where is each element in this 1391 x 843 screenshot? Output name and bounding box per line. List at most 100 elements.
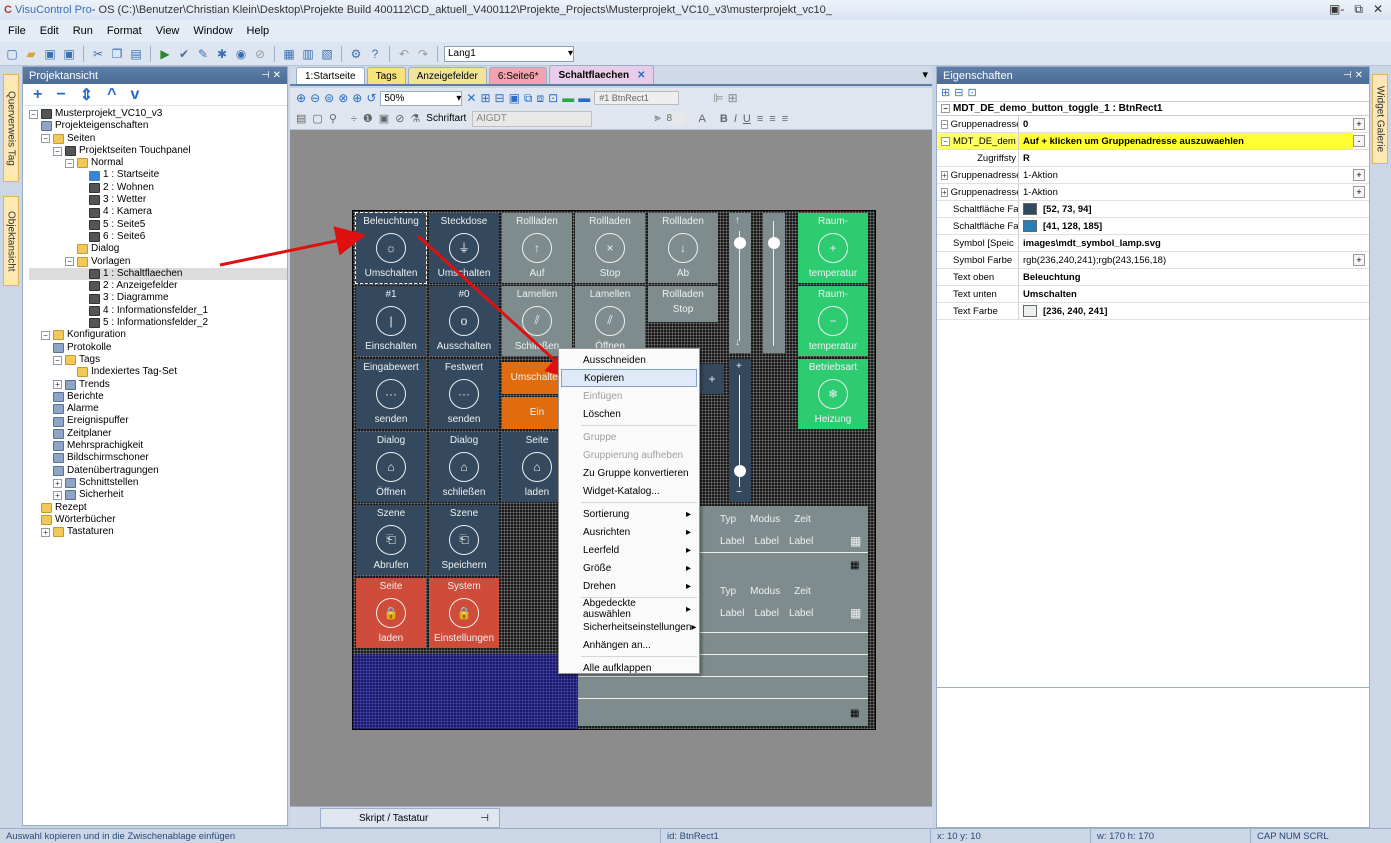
minimize-icon[interactable]: ⧉ — [1354, 2, 1363, 17]
context-menu-item[interactable]: Alle aufklappen — [561, 659, 697, 677]
widget-button[interactable]: Lamellen ⫽ Schließen — [502, 286, 572, 356]
context-menu-item[interactable]: Löschen — [561, 405, 697, 423]
tree-item[interactable]: Projekteigenschaften — [29, 120, 287, 132]
expand-button[interactable]: + — [1353, 254, 1365, 266]
tree-item[interactable]: 3 : Wetter — [29, 194, 287, 206]
collapse-icon[interactable]: − — [29, 109, 38, 119]
lamellen-slider[interactable] — [763, 213, 785, 353]
bring-front-icon[interactable]: ▢ — [312, 112, 322, 125]
tree-item[interactable]: + Tastaturen — [29, 526, 287, 538]
debug-icon[interactable]: ✱ — [214, 46, 230, 62]
zoom-in-icon[interactable]: ⊕ — [296, 91, 306, 105]
objektansicht-tab[interactable]: Objektansicht — [3, 196, 19, 286]
text-color-icon[interactable]: A — [699, 113, 706, 125]
slider-knob[interactable] — [734, 465, 746, 477]
collapse-icon[interactable]: − — [41, 330, 50, 340]
script-keyboard-tab[interactable]: Skript / Tastatur ⊣ — [320, 808, 500, 828]
widget-button[interactable]: #0 o Ausschalten — [429, 286, 499, 356]
tree-item[interactable]: 4 : Informationsfelder_1 — [29, 305, 287, 317]
tree-item[interactable]: 6 : Seite6 — [29, 231, 287, 243]
tree-item[interactable]: 1 : Startseite — [29, 169, 287, 181]
collapse-icon[interactable]: − — [65, 257, 74, 267]
property-pages-icon[interactable]: ⊡ — [967, 86, 976, 99]
zoom-reset-icon[interactable]: ↺ — [366, 91, 376, 105]
slider-knob[interactable] — [734, 237, 746, 249]
context-menu-item[interactable]: Sicherheitseinstellungen ▸ — [561, 618, 697, 636]
slider-knob[interactable] — [768, 237, 780, 249]
tools-icon[interactable]: ✎ — [195, 46, 211, 62]
layout-icon[interactable]: ▤ — [296, 112, 306, 125]
collapse-icon[interactable]: − — [53, 355, 62, 365]
align-right-icon[interactable]: ≡ — [782, 113, 788, 125]
zoom-out-icon[interactable]: ⊖ — [310, 91, 320, 105]
distribute-icon[interactable]: ⊟ — [495, 91, 505, 105]
move-up-icon[interactable]: ^ — [107, 86, 116, 104]
expand-icon[interactable]: + — [941, 170, 948, 180]
widget-button[interactable]: Festwert ··· senden — [429, 359, 499, 429]
menu-window[interactable]: Window — [191, 23, 234, 39]
property-row[interactable]: Text oben Beleuchtung — [937, 269, 1369, 286]
collapse-icon[interactable]: − — [941, 104, 950, 113]
undo-icon[interactable]: ↶ — [396, 46, 412, 62]
zoom-select[interactable]: 50% ▾ — [380, 90, 463, 106]
widget-button[interactable]: Raum- + temperatur — [798, 213, 868, 283]
expand-icon[interactable]: + — [53, 490, 62, 500]
paint-icon[interactable]: ⚗ — [410, 112, 420, 125]
tree-item[interactable]: − Konfiguration — [29, 329, 287, 341]
font-grow-icon[interactable]: ⪢ — [654, 112, 660, 125]
property-row[interactable]: Text unten Umschalten — [937, 286, 1369, 303]
tree-item[interactable]: − Tags — [29, 354, 287, 366]
bold-icon[interactable]: B — [720, 113, 728, 125]
categorized-icon[interactable]: ⊞ — [941, 86, 950, 99]
document-tab[interactable]: Anzeigefelder — [407, 67, 487, 84]
record-icon[interactable]: ◉ — [233, 46, 249, 62]
collapse-button[interactable]: - — [1353, 135, 1365, 147]
menu-run[interactable]: Run — [71, 23, 95, 39]
save-icon[interactable]: ▣ — [42, 46, 58, 62]
layer-icon[interactable]: ⊡ — [548, 91, 558, 105]
zoom-fit-icon[interactable]: ⊜ — [324, 91, 334, 105]
add-icon[interactable]: + — [33, 86, 42, 104]
info-icon[interactable]: ❶ — [363, 112, 373, 125]
expand-button[interactable]: + — [1353, 118, 1365, 130]
close-icon[interactable]: ✕ — [637, 70, 645, 81]
align-center-icon[interactable]: ≡ — [769, 113, 775, 125]
tree-item[interactable]: Zeitplaner — [29, 428, 287, 440]
widget-button[interactable]: Rollladen ↑ Auf — [502, 213, 572, 283]
widget-button[interactable]: Rollladen Stop — [648, 286, 718, 322]
zoom-page-icon[interactable]: ⊕ — [352, 91, 362, 105]
check-icon[interactable]: ✔ — [176, 46, 192, 62]
fill-color-icon[interactable]: ▬ — [562, 91, 574, 105]
widget-button[interactable]: #1 | Einschalten — [356, 286, 426, 356]
context-menu-item[interactable]: Ausrichten ▸ — [561, 523, 697, 541]
underline-icon[interactable]: U — [743, 113, 751, 125]
calendar-icon[interactable]: ▦ — [850, 534, 861, 548]
pin-icon[interactable]: ⊣ ✕ — [1343, 70, 1369, 81]
link-icon[interactable]: ⊘ — [395, 112, 404, 125]
tree-item[interactable]: − Vorlagen — [29, 256, 287, 268]
context-menu-item[interactable]: Anhängen an... — [561, 636, 697, 654]
language-select[interactable]: Lang1 ▾ — [444, 45, 574, 62]
widget-button[interactable]: Szene ⎗ Abrufen — [356, 505, 426, 575]
collapse-all-icon[interactable]: ⇕ — [80, 85, 93, 105]
property-row[interactable]: Symbol [Speic images\mdt_symbol_lamp.svg — [937, 235, 1369, 252]
screens-icon[interactable]: ▥ — [300, 46, 316, 62]
context-menu-item[interactable]: Zu Gruppe konvertieren — [561, 464, 697, 482]
document-tab[interactable]: 1:Startseite — [296, 67, 365, 84]
tree-item[interactable]: Berichte — [29, 391, 287, 403]
tree-item[interactable]: 3 : Diagramme — [29, 292, 287, 304]
pin-icon[interactable]: ⊣ — [480, 813, 489, 824]
settings-icon[interactable]: ⚙ — [348, 46, 364, 62]
tree-item[interactable]: 2 : Anzeigefelder — [29, 280, 287, 292]
widget-button[interactable]: Eingabewert ··· senden — [356, 359, 426, 429]
font-size-field[interactable]: 8 — [666, 113, 685, 124]
menu-file[interactable]: File — [6, 23, 28, 39]
property-row[interactable]: Schaltfläche Farb [41, 128, 185] — [937, 218, 1369, 235]
widget-button[interactable]: Szene ⎗ Speichern — [429, 505, 499, 575]
widget-button[interactable]: System 🔒 Einstellungen — [429, 578, 499, 648]
expand-icon[interactable]: + — [53, 478, 62, 488]
widget-button[interactable]: Rollladen ↓ Ab — [648, 213, 718, 283]
align-icon[interactable]: ⊞ — [480, 91, 490, 105]
property-row[interactable]: + Gruppenadresse 1-Aktion + — [937, 167, 1369, 184]
context-menu-item[interactable]: Größe ▸ — [561, 559, 697, 577]
